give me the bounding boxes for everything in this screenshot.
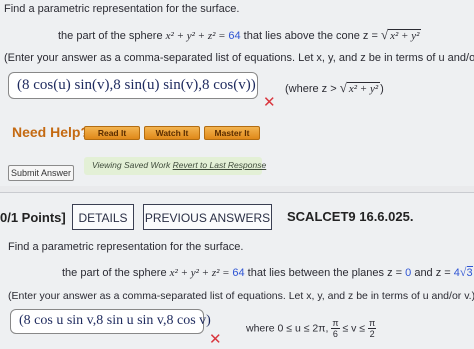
q1-where-condition: (where z > √ x² + y²)	[285, 80, 384, 95]
q2-answer-input[interactable]: (8 cos u sin v,8 sin u sin v,8 cos v)	[10, 309, 211, 334]
q1-answer-value: (8 cos(u) sin(v),8 sin(u) sin(v),8 cos(v…	[17, 77, 256, 93]
saved-work-text: Viewing Saved Work Revert to Last Respon…	[92, 160, 267, 170]
read-it-button[interactable]: Read It	[84, 126, 140, 140]
q1-answer-input[interactable]: (8 cos(u) sin(v),8 sin(u) sin(v),8 cos(v…	[8, 72, 258, 99]
q2-prompt: Find a parametric representation for the…	[8, 241, 244, 253]
need-help-label: Need Help?	[12, 124, 90, 140]
incorrect-icon: ✕	[209, 331, 222, 348]
previous-answers-button[interactable]: PREVIOUS ANSWERS	[143, 204, 272, 230]
revert-link[interactable]: Revert to Last Response	[173, 160, 267, 170]
submit-answer-button[interactable]: Submit Answer	[8, 165, 74, 181]
master-it-button[interactable]: Master It	[204, 126, 260, 140]
q1-instructions: (Enter your answer as a comma-separated …	[4, 52, 474, 64]
incorrect-icon: ✕	[263, 94, 276, 111]
points-label: 0/1 Points]	[0, 210, 66, 225]
q2-surface-statement: the part of the sphere x² + y² + z² = 64…	[62, 265, 473, 279]
q2-instructions: (Enter your answer as a comma-separated …	[8, 290, 474, 302]
details-button[interactable]: DETAILS	[72, 204, 134, 230]
q2-answer-value: (8 cos u sin v,8 sin u sin v,8 cos v)	[19, 313, 211, 328]
q1-prompt: Find a parametric representation for the…	[4, 3, 240, 15]
problem-code: SCALCET9 16.6.025.	[287, 209, 414, 224]
q2-domain-condition: where 0 ≤ u ≤ 2π, π6 ≤ v ≤ π2	[246, 318, 377, 339]
q1-surface-statement: the part of the sphere x² + y² + z² = 64…	[58, 27, 422, 42]
watch-it-button[interactable]: Watch It	[144, 126, 200, 140]
